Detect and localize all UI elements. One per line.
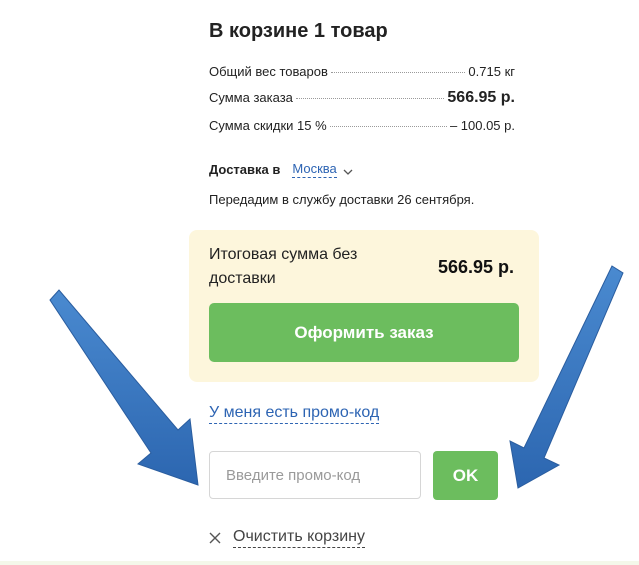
leader-dots bbox=[330, 72, 466, 73]
clear-cart-label: Очистить корзину bbox=[233, 527, 365, 548]
chevron-down-icon[interactable] bbox=[343, 165, 353, 175]
summary-value: 0.715 кг bbox=[468, 64, 515, 79]
summary-label: Сумма скидки 15 % bbox=[209, 118, 327, 133]
close-icon bbox=[209, 532, 221, 543]
total-box: Итоговая сумма без доставки 566.95 р. Оф… bbox=[189, 230, 539, 382]
summary-label: Общий вес товаров bbox=[209, 64, 328, 79]
checkout-button[interactable]: Оформить заказ bbox=[209, 303, 519, 362]
delivery-label: Доставка в bbox=[209, 162, 281, 177]
cart-title: В корзине 1 товар bbox=[209, 20, 388, 42]
summary-value: – 100.05 р. bbox=[449, 118, 515, 133]
delivery-city-select[interactable]: Москва bbox=[292, 161, 337, 178]
leader-dots bbox=[329, 126, 447, 127]
delivery-row: Доставка в Москва bbox=[209, 161, 353, 178]
footer-divider bbox=[0, 561, 639, 565]
leader-dots bbox=[295, 98, 445, 99]
total-value: 566.95 р. bbox=[437, 257, 514, 277]
delivery-note: Передадим в службу доставки 26 сентября. bbox=[209, 192, 475, 207]
promo-ok-button[interactable]: OK bbox=[433, 451, 498, 500]
summary-value: 566.95 р. bbox=[447, 89, 515, 106]
summary-row-order-sum: Сумма заказа 566.95 р. bbox=[209, 89, 515, 107]
summary-row-weight: Общий вес товаров 0.715 кг bbox=[209, 64, 515, 79]
clear-cart-button[interactable]: Очистить корзину bbox=[209, 527, 365, 548]
promo-code-input[interactable] bbox=[209, 451, 421, 499]
summary-label: Сумма заказа bbox=[209, 90, 293, 105]
summary-row-discount: Сумма скидки 15 % – 100.05 р. bbox=[209, 118, 515, 133]
arrow-icon bbox=[49, 289, 199, 486]
total-label: Итоговая сумма без доставки bbox=[209, 246, 358, 287]
promo-code-link[interactable]: У меня есть промо-код bbox=[209, 403, 380, 424]
